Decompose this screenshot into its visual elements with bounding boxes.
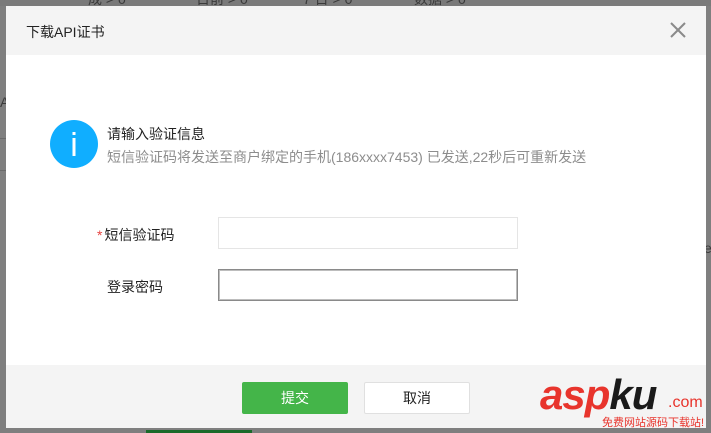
password-input[interactable] bbox=[218, 269, 518, 301]
info-title: 请输入验证信息 bbox=[107, 126, 205, 142]
watermark-subtitle: 免费网站源码下载站! bbox=[602, 417, 705, 429]
cancel-button[interactable]: 取消 bbox=[364, 382, 470, 414]
sms-code-input[interactable] bbox=[218, 217, 518, 249]
sms-code-label-text: 短信验证码 bbox=[104, 227, 175, 243]
password-label: 登录密码 bbox=[107, 279, 163, 295]
required-mark: * bbox=[97, 227, 103, 243]
watermark-dotcom: .com bbox=[668, 394, 703, 411]
watermark-wordmark: aspku bbox=[540, 371, 657, 418]
dialog-header: 下载API证书 bbox=[6, 6, 706, 55]
submit-button[interactable]: 提交 bbox=[242, 382, 348, 414]
download-api-cert-dialog: 下载API证书 请输入验证信息 短信验证码将发送至商户绑定的手机(186xxxx… bbox=[6, 6, 706, 428]
aspku-watermark-logo: aspku .com 免费网站源码下载站! bbox=[540, 372, 711, 430]
info-icon bbox=[50, 120, 98, 168]
close-icon[interactable] bbox=[666, 18, 690, 42]
dialog-title: 下载API证书 bbox=[26, 24, 105, 40]
sms-code-label: * 短信验证码 bbox=[97, 225, 174, 245]
info-description: 短信验证码将发送至商户绑定的手机(186xxxx7453) 已发送,22秒后可重… bbox=[107, 149, 587, 165]
